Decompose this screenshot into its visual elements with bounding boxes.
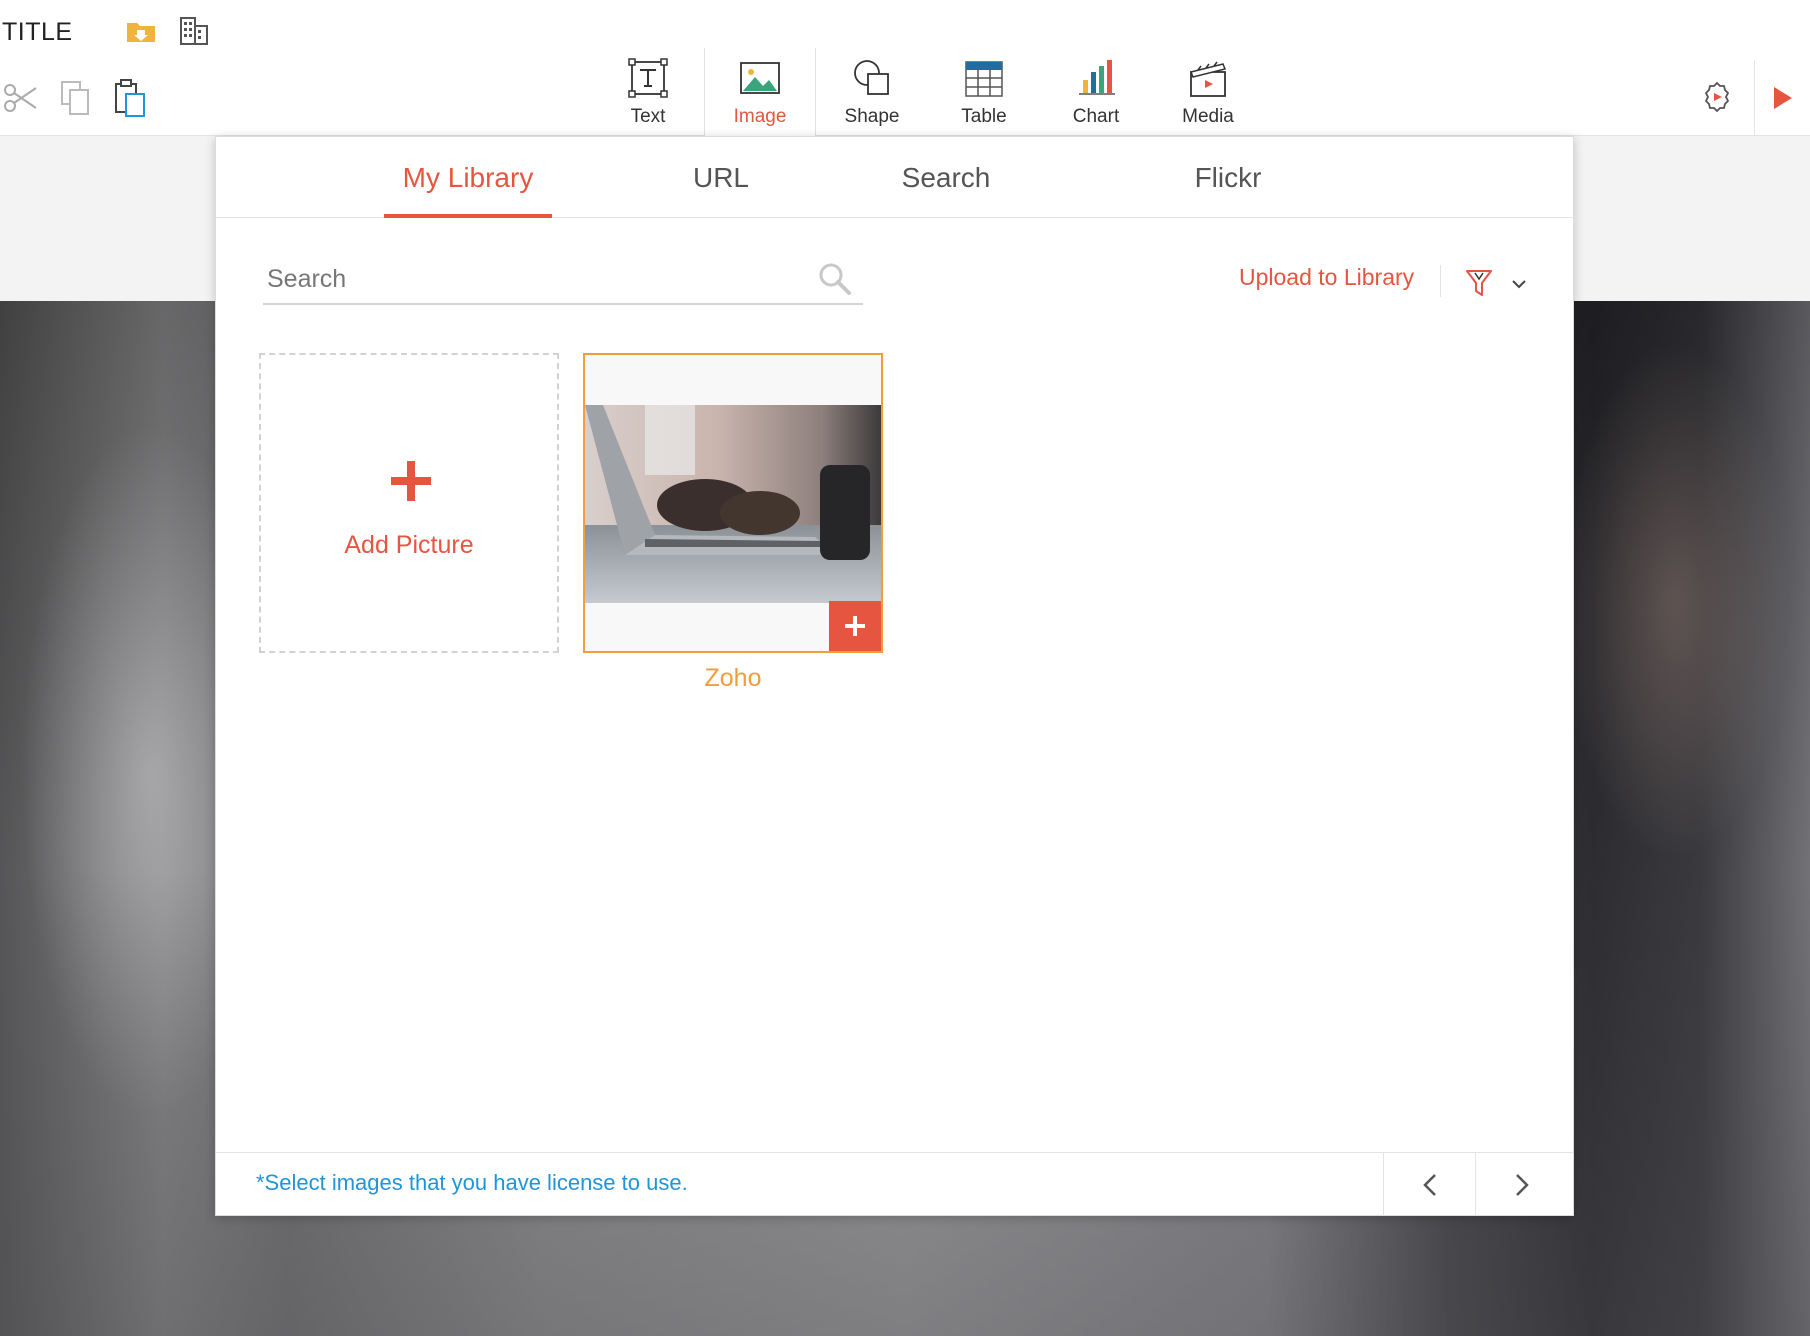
insert-image-dialog: My Library URL Search Flickr Upload to L… xyxy=(215,136,1574,1216)
chart-icon xyxy=(1079,60,1115,95)
building-icon[interactable] xyxy=(177,14,211,48)
chevron-right-icon xyxy=(1515,1173,1529,1196)
scissors-icon[interactable] xyxy=(0,78,40,118)
document-title[interactable]: TITLE xyxy=(2,18,73,47)
tab-flickr[interactable]: Flickr xyxy=(1153,137,1303,218)
image-icon xyxy=(740,62,780,94)
image-thumbnail-tile[interactable] xyxy=(583,353,883,653)
chevron-left-icon xyxy=(1422,1173,1436,1196)
add-picture-tile[interactable]: Add Picture xyxy=(259,353,559,653)
upload-divider xyxy=(1440,265,1441,297)
add-picture-label: Add Picture xyxy=(344,531,474,559)
table-icon xyxy=(965,61,1003,97)
insert-media-button[interactable]: Media xyxy=(1152,48,1264,136)
insert-media-label: Media xyxy=(1182,106,1234,127)
next-page-button[interactable] xyxy=(1475,1153,1567,1216)
search-icon[interactable] xyxy=(817,261,853,297)
insert-image-button[interactable]: Image xyxy=(704,48,816,136)
insert-image-label: Image xyxy=(733,106,787,127)
shape-icon xyxy=(854,60,889,95)
plus-icon xyxy=(391,461,431,501)
previous-page-button[interactable] xyxy=(1383,1153,1475,1216)
tab-url[interactable]: URL xyxy=(636,137,806,218)
dialog-tabs: My Library URL Search Flickr xyxy=(216,137,1573,218)
insert-table-label: Table xyxy=(961,106,1007,127)
insert-chart-button[interactable]: Chart xyxy=(1040,48,1152,136)
insert-table-button[interactable]: Table xyxy=(928,48,1040,136)
top-toolbar: TITLE Text Image Shape Table Chart Media xyxy=(0,0,1810,136)
filter-dropdown[interactable] xyxy=(1463,267,1535,299)
toolbar-divider xyxy=(1754,60,1755,136)
library-search xyxy=(263,255,863,305)
insert-shape-button[interactable]: Shape xyxy=(816,48,928,136)
text-box-icon xyxy=(628,58,668,98)
media-clapper-icon xyxy=(1189,61,1227,97)
license-note: *Select images that you have license to … xyxy=(256,1170,688,1195)
insert-text-label: Text xyxy=(630,106,666,127)
paste-icon[interactable] xyxy=(110,78,150,118)
insert-text-button[interactable]: Text xyxy=(592,48,704,136)
upload-to-library-link[interactable]: Upload to Library xyxy=(1239,264,1414,291)
insert-toolbar: Text Image Shape Table Chart Media xyxy=(592,48,1264,136)
insert-chart-label: Chart xyxy=(1072,106,1120,127)
tab-my-library[interactable]: My Library xyxy=(384,137,552,218)
image-name: Zoho xyxy=(704,664,762,692)
add-image-button[interactable] xyxy=(829,601,881,651)
insert-shape-label: Shape xyxy=(844,106,900,127)
plus-icon xyxy=(845,616,865,636)
play-icon[interactable] xyxy=(1770,84,1796,112)
folder-icon[interactable] xyxy=(124,14,158,48)
library-search-input[interactable] xyxy=(263,255,803,303)
laptop-photo-thumbnail xyxy=(585,405,881,603)
copy-icon[interactable] xyxy=(56,78,96,118)
tab-search[interactable]: Search xyxy=(871,137,1021,218)
dialog-footer: *Select images that you have license to … xyxy=(216,1152,1573,1216)
settings-gear-icon[interactable] xyxy=(1700,80,1734,114)
